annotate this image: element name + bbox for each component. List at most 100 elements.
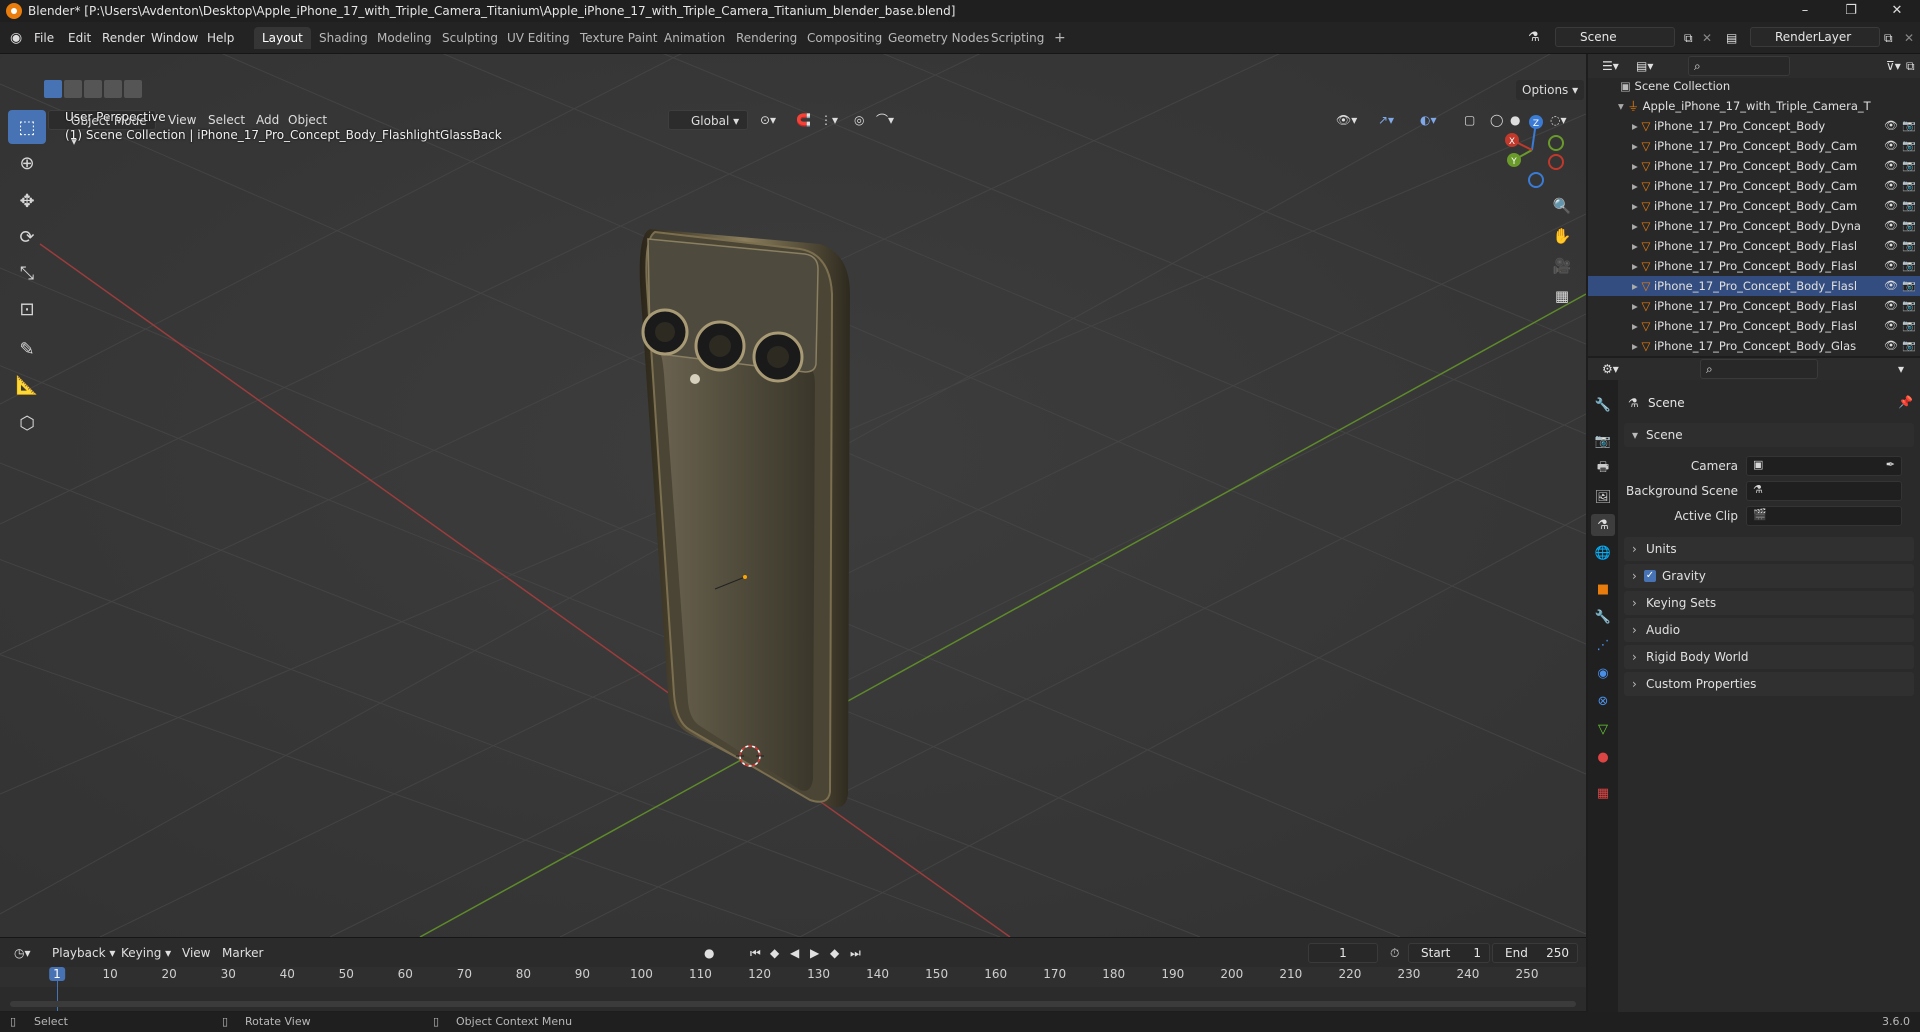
outliner-object-row[interactable]: ▸ ▽ iPhone_17_Pro_Concept_Body_Glas 👁 📷	[1588, 336, 1920, 356]
display-mode-icon[interactable]: ▤▾	[1632, 57, 1657, 75]
3d-viewport[interactable]	[0, 54, 1586, 937]
outliner-object-row[interactable]: ▸ ▽ iPhone_17_Pro_Concept_Body_Cam 👁 📷	[1588, 156, 1920, 176]
tab-shading[interactable]: Shading	[311, 27, 376, 49]
maximize-button[interactable]: ❐	[1828, 0, 1874, 22]
timeline-editor-icon[interactable]: ◷▾	[10, 944, 35, 962]
menu-view[interactable]: View	[162, 110, 202, 130]
audio-panel[interactable]: › Audio	[1624, 618, 1914, 642]
eye-icon[interactable]: 👁	[1884, 179, 1898, 193]
gizmo-toggle-icon[interactable]: ↗▾	[1372, 110, 1400, 130]
modifier-tab-icon[interactable]: 🔧	[1591, 606, 1615, 628]
outliner-object-row[interactable]: ▸ ▽ iPhone_17_Pro_Concept_Body_Flasl 👁 📷	[1588, 256, 1920, 276]
outliner-object-row[interactable]: ▸ ▽ iPhone_17_Pro_Concept_Body_Flasl 👁 📷	[1588, 236, 1920, 256]
menu-file[interactable]: File	[30, 29, 58, 47]
tab-rendering[interactable]: Rendering	[728, 27, 805, 49]
measure-tool-icon[interactable]: 📐	[8, 368, 46, 402]
prev-keyframe-icon[interactable]: ◆	[766, 944, 783, 962]
delete-scene-icon[interactable]: ✕	[1698, 29, 1716, 47]
units-panel[interactable]: › Units	[1624, 537, 1914, 561]
outliner-object-row[interactable]: ▸ ▽ iPhone_17_Pro_Concept_Body_Flasl 👁 📷	[1588, 296, 1920, 316]
tab-layout[interactable]: Layout	[254, 27, 311, 49]
next-keyframe-icon[interactable]: ◆	[826, 944, 843, 962]
proportional-edit-icon[interactable]: ◎	[848, 110, 870, 130]
render-camera-icon[interactable]: 📷	[1902, 259, 1916, 273]
tab-modeling[interactable]: Modeling	[369, 27, 440, 49]
jump-end-icon[interactable]: ⏭	[846, 944, 865, 962]
delete-view-layer-icon[interactable]: ✕	[1900, 29, 1918, 47]
record-keyframe-icon[interactable]: ●	[700, 944, 718, 962]
pivot-icon[interactable]: ⊙▾	[754, 110, 782, 130]
blender-menu-icon[interactable]: ◉	[6, 29, 26, 47]
options-dropdown[interactable]: Options ▾	[1516, 80, 1585, 100]
scale-tool-icon[interactable]: ⤡	[8, 256, 46, 290]
render-tab-icon[interactable]: 📷	[1591, 430, 1615, 452]
tab-uv-editing[interactable]: UV Editing	[499, 27, 578, 49]
move-tool-icon[interactable]: ✥	[8, 184, 46, 218]
particles-tab-icon[interactable]: ⋰	[1591, 634, 1615, 656]
outliner-root[interactable]: ▣ Scene Collection	[1588, 76, 1920, 96]
eye-icon[interactable]: 👁	[1884, 119, 1898, 133]
tab-compositing[interactable]: Compositing	[799, 27, 890, 49]
start-frame-field[interactable]: Start 1	[1408, 943, 1490, 963]
render-camera-icon[interactable]: 📷	[1902, 239, 1916, 253]
menu-select[interactable]: Select	[202, 110, 251, 130]
render-camera-icon[interactable]: 📷	[1902, 139, 1916, 153]
render-camera-icon[interactable]: 📷	[1902, 199, 1916, 213]
menu-keying[interactable]: Keying ▾	[117, 944, 175, 962]
menu-timeline-view[interactable]: View	[178, 944, 214, 962]
outliner-object-row[interactable]: ▸ ▽ iPhone_17_Pro_Concept_Body_Flasl 👁 📷	[1588, 276, 1920, 296]
tab-animation[interactable]: Animation	[656, 27, 733, 49]
texture-tab-icon[interactable]: ▦	[1591, 782, 1615, 804]
gravity-checkbox[interactable]: ✓	[1644, 570, 1656, 582]
close-button[interactable]: ✕	[1874, 0, 1920, 22]
eye-icon[interactable]: 👁	[1884, 219, 1898, 233]
transform-tool-icon[interactable]: ⊡	[8, 292, 46, 326]
menu-add[interactable]: Add	[250, 110, 285, 130]
outliner-object-row[interactable]: ▸ ▽ iPhone_17_Pro_Concept_Body 👁 📷	[1588, 116, 1920, 136]
xray-icon[interactable]: ▢	[1458, 110, 1481, 130]
preview-range-icon[interactable]: ⏱	[1386, 944, 1403, 962]
end-frame-field[interactable]: End 250	[1492, 943, 1578, 963]
add-workspace-button[interactable]: +	[1046, 27, 1074, 49]
select-invert-icon[interactable]	[104, 80, 122, 98]
ortho-grid-icon[interactable]: ▦	[1548, 282, 1576, 310]
outliner-object-row[interactable]: ▸ ▽ iPhone_17_Pro_Concept_Body_Cam 👁 📷	[1588, 196, 1920, 216]
outliner-collection[interactable]: ▾ ⏚ Apple_iPhone_17_with_Triple_Camera_T	[1588, 96, 1920, 116]
outliner-object-row[interactable]: ▸ ▽ iPhone_17_Pro_Concept_Body_Cam 👁 📷	[1588, 136, 1920, 156]
annotate-tool-icon[interactable]: ✎	[8, 332, 46, 366]
snap-icon[interactable]: 🧲	[790, 110, 817, 130]
background-scene-field[interactable]: ⚗	[1746, 481, 1902, 501]
render-camera-icon[interactable]: 📷	[1902, 119, 1916, 133]
properties-options-icon[interactable]: ▾	[1894, 360, 1908, 378]
eye-icon[interactable]: 👁	[1884, 259, 1898, 273]
eye-icon[interactable]: 👁	[1884, 299, 1898, 313]
tab-sculpting[interactable]: Sculpting	[434, 27, 506, 49]
menu-marker[interactable]: Marker	[218, 944, 267, 962]
scene-panel-header[interactable]: ▾ Scene	[1624, 423, 1914, 447]
outliner-editor-icon[interactable]: ☰▾	[1598, 57, 1623, 75]
eye-icon[interactable]: 👁	[1884, 279, 1898, 293]
eye-icon[interactable]: 👁	[1884, 339, 1898, 353]
current-frame-field[interactable]: 1	[1308, 943, 1378, 963]
menu-playback[interactable]: Playback ▾	[48, 944, 119, 962]
tool-tab-icon[interactable]: 🔧	[1591, 394, 1615, 416]
menu-edit[interactable]: Edit	[64, 29, 95, 47]
object-tab-icon[interactable]: ■	[1591, 578, 1615, 600]
menu-object[interactable]: Object	[282, 110, 333, 130]
navigation-gizmo[interactable]: Z Y X	[1490, 108, 1570, 192]
visibility-icon[interactable]: 👁▾	[1330, 110, 1363, 130]
tab-geometry-nodes[interactable]: Geometry Nodes	[880, 27, 997, 49]
gravity-panel[interactable]: › ✓ Gravity	[1624, 564, 1914, 588]
eye-icon[interactable]: 👁	[1884, 159, 1898, 173]
timeline-scrollbar[interactable]	[10, 1001, 1576, 1007]
data-tab-icon[interactable]: ▽	[1591, 718, 1615, 740]
select-box-tool-icon[interactable]: ⬚	[8, 110, 46, 144]
overlay-toggle-icon[interactable]: ◐▾	[1414, 110, 1443, 130]
menu-help[interactable]: Help	[203, 29, 238, 47]
view-layer-icon[interactable]: ▤	[1722, 29, 1741, 47]
view-layer-field[interactable]: RenderLayer	[1750, 27, 1880, 47]
falloff-icon[interactable]: ⌒▾	[870, 110, 900, 130]
snap-settings-icon[interactable]: ⋮▾	[814, 110, 844, 130]
world-tab-icon[interactable]: 🌐	[1591, 542, 1615, 564]
pan-hand-icon[interactable]: ✋	[1548, 222, 1576, 250]
